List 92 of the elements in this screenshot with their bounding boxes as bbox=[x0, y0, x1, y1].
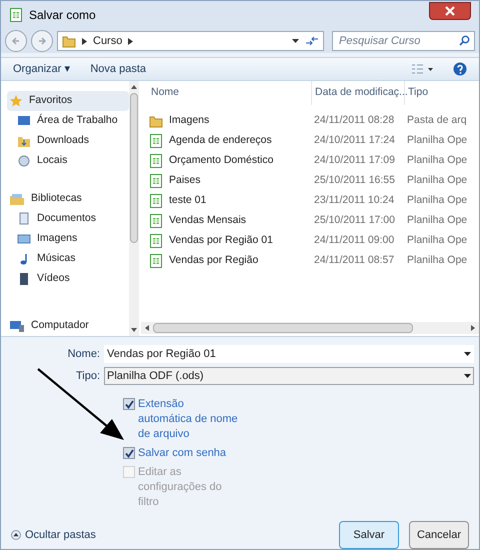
window-title: Salvar como bbox=[29, 7, 96, 24]
table-cell-text: Planilha Ope bbox=[406, 153, 468, 168]
file-name[interactable]: Vendas por Região 01 bbox=[169, 233, 273, 249]
down-arrow-icon bbox=[131, 328, 137, 332]
table-cell-text: 24/11/2011 09:00 bbox=[313, 233, 396, 248]
file-name[interactable]: Orçamento Doméstico bbox=[169, 153, 274, 169]
dropdown-caret-icon bbox=[464, 374, 471, 378]
sidebar-item[interactable]: Bibliotecas bbox=[7, 189, 129, 209]
table-cell-text: 24/10/2011 17:09 bbox=[313, 153, 396, 168]
right-arrow-icon bbox=[471, 325, 475, 331]
library-icon bbox=[9, 192, 25, 206]
checkbox-label: Editar as configurações do filtro bbox=[138, 465, 223, 510]
sidebar-item[interactable]: Downloads bbox=[7, 131, 129, 151]
sidebar-item[interactable]: Computador bbox=[7, 316, 129, 336]
file-name[interactable]: Paises bbox=[169, 173, 201, 189]
dropdown-caret-icon[interactable] bbox=[292, 39, 299, 43]
chevron-right-icon bbox=[128, 38, 134, 44]
table-cell-text: 24/11/2011 08:57 bbox=[313, 253, 396, 268]
spreadsheet-file-icon bbox=[149, 193, 163, 209]
checkbox-label[interactable]: Salvar com senha bbox=[138, 446, 238, 461]
sidebar-item[interactable]: Vídeos bbox=[7, 269, 129, 289]
places-icon bbox=[17, 154, 31, 168]
chevron-right-icon bbox=[82, 38, 87, 44]
breadcrumb-item[interactable]: Curso bbox=[93, 32, 122, 50]
picture-icon bbox=[17, 232, 31, 246]
table-cell-text: 24/11/2011 08:28 bbox=[313, 113, 396, 128]
horizontal-scrollbar[interactable] bbox=[141, 322, 479, 334]
spreadsheet-file-icon bbox=[149, 213, 163, 229]
sidebar-item[interactable]: Músicas bbox=[7, 249, 129, 269]
save-button[interactable]: Salvar bbox=[339, 521, 399, 549]
film-icon bbox=[17, 272, 31, 286]
right-arrow-icon bbox=[36, 35, 48, 47]
table-cell-text: Planilha Ope bbox=[406, 193, 468, 208]
file-name[interactable]: Imagens bbox=[169, 113, 210, 129]
left-arrow-icon bbox=[145, 325, 149, 331]
help-icon[interactable] bbox=[453, 62, 467, 76]
sidebar-item[interactable]: Favoritos bbox=[7, 91, 129, 111]
folder-icon bbox=[62, 34, 76, 48]
table-cell-text: Planilha Ope bbox=[406, 233, 468, 248]
left-arrow-icon bbox=[10, 35, 22, 47]
checkbox[interactable] bbox=[123, 398, 135, 410]
spreadsheet-file-icon bbox=[149, 253, 163, 269]
checkbox-label[interactable]: Extensão automática de nome de arquivo bbox=[138, 397, 238, 442]
table-cell-text: 23/11/2011 10:24 bbox=[313, 193, 396, 208]
document-icon bbox=[17, 212, 31, 226]
folder-icon bbox=[149, 114, 163, 128]
collapse-icon bbox=[11, 530, 21, 540]
table-cell-text: Pasta de arq bbox=[406, 113, 468, 128]
spreadsheet-file-icon bbox=[149, 173, 163, 189]
spreadsheet-file-icon bbox=[149, 133, 163, 149]
cancel-button[interactable]: Cancelar bbox=[409, 521, 469, 549]
search-icon bbox=[459, 35, 470, 46]
close-button[interactable] bbox=[429, 2, 471, 20]
scrollbar[interactable] bbox=[129, 81, 139, 336]
table-cell-text: Planilha Ope bbox=[406, 213, 468, 228]
table-cell-text: Planilha Ope bbox=[406, 253, 468, 268]
hide-folders-button[interactable]: Ocultar pastas bbox=[11, 526, 96, 544]
folder-icon bbox=[17, 134, 31, 148]
sidebar-item[interactable]: Locais bbox=[7, 151, 129, 171]
table-cell-text: 24/10/2011 17:24 bbox=[313, 133, 396, 148]
close-icon[interactable] bbox=[444, 5, 456, 17]
monitor-icon bbox=[17, 115, 31, 127]
file-name[interactable]: teste 01 bbox=[169, 193, 206, 209]
organize-menu[interactable]: Organizar ▾ bbox=[13, 60, 70, 78]
field-label: Tipo: bbox=[74, 368, 100, 384]
search-field[interactable]: Pesquisar Curso bbox=[332, 31, 475, 51]
spreadsheet-file-icon bbox=[9, 7, 23, 23]
field-label: Nome: bbox=[66, 346, 100, 362]
column-header[interactable]: Nome bbox=[141, 81, 311, 105]
sidebar-item[interactable]: Imagens bbox=[7, 229, 129, 249]
file-type-dropdown[interactable]: Planilha ODF (.ods) bbox=[104, 367, 474, 385]
view-options-icon[interactable] bbox=[411, 63, 433, 75]
sidebar-item[interactable]: Área de Trabalho bbox=[7, 111, 129, 131]
column-header[interactable]: Tipo bbox=[404, 81, 479, 105]
spreadsheet-file-icon bbox=[149, 233, 163, 249]
dropdown-caret-icon bbox=[464, 352, 471, 356]
star-icon bbox=[9, 94, 23, 108]
new-folder-button[interactable]: Nova pasta bbox=[90, 60, 146, 78]
table-cell-text: 25/10/2011 17:00 bbox=[313, 213, 396, 228]
file-name[interactable]: Agenda de endereços bbox=[169, 133, 272, 149]
file-name[interactable]: Vendas Mensais bbox=[169, 213, 246, 229]
spreadsheet-file-icon bbox=[149, 153, 163, 169]
table-cell-text: 25/10/2011 16:55 bbox=[313, 173, 396, 188]
checkbox[interactable] bbox=[123, 447, 135, 459]
address-field[interactable]: Curso bbox=[57, 31, 324, 51]
sidebar-item[interactable]: Documentos bbox=[7, 209, 129, 229]
computer-icon bbox=[9, 319, 25, 333]
up-arrow-icon bbox=[131, 85, 137, 89]
table-cell-text: Planilha Ope bbox=[406, 133, 468, 148]
table-cell-text: Planilha Ope bbox=[406, 173, 468, 188]
file-name-field[interactable]: Vendas por Região 01 bbox=[104, 345, 474, 363]
file-name[interactable]: Vendas por Região bbox=[169, 253, 258, 269]
